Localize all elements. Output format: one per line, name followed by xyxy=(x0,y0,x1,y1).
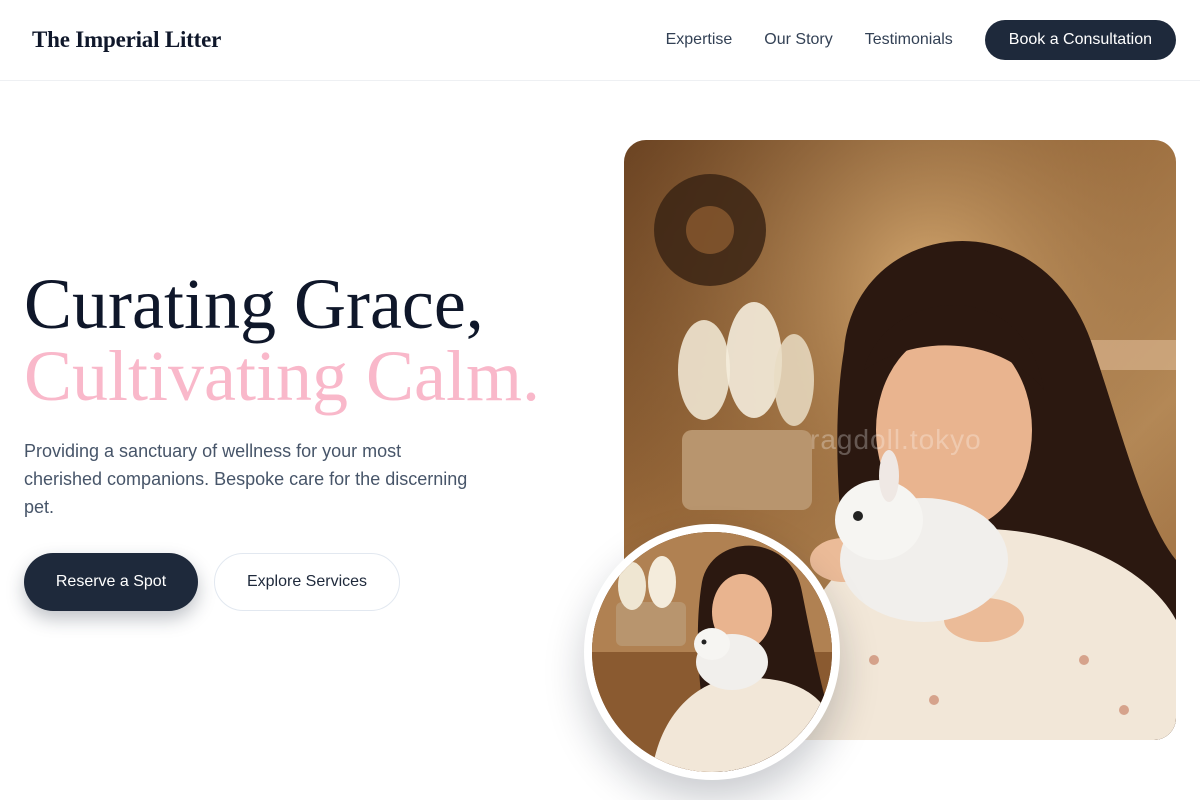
main-nav: Expertise Our Story Testimonials Book a … xyxy=(666,20,1176,60)
nav-link-testimonials[interactable]: Testimonials xyxy=(865,31,953,49)
site-header: The Imperial Litter Expertise Our Story … xyxy=(0,0,1200,81)
photo-watermark: ragdoll.tokyo xyxy=(810,424,982,455)
explore-services-button[interactable]: Explore Services xyxy=(214,553,400,611)
hero-title: Curating Grace, Cultivating Calm. xyxy=(24,268,540,412)
hero-inset-photo xyxy=(584,524,840,780)
reserve-spot-button[interactable]: Reserve a Spot xyxy=(24,553,198,611)
book-consultation-button[interactable]: Book a Consultation xyxy=(984,20,1176,60)
brand-logo[interactable]: The Imperial Litter xyxy=(32,27,221,53)
nav-link-expertise[interactable]: Expertise xyxy=(666,31,733,49)
hero-subtitle: Providing a sanctuary of wellness for yo… xyxy=(24,441,468,517)
hero-title-line1: Curating Grace, xyxy=(24,264,484,344)
hero-title-line2: Cultivating Calm. xyxy=(24,336,540,416)
nav-link-our-story[interactable]: Our Story xyxy=(764,31,832,49)
hero-actions: Reserve a Spot Explore Services xyxy=(24,553,400,611)
